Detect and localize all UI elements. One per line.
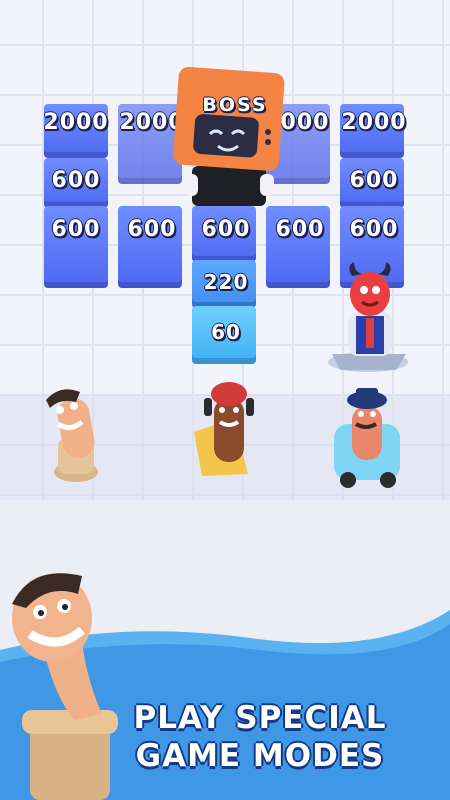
tile-value: 600: [51, 168, 101, 193]
boss-character[interactable]: [170, 66, 290, 216]
tile-value: 600: [201, 217, 251, 242]
tile-value: 600: [349, 168, 399, 193]
tile-value: 600: [51, 217, 101, 242]
game-screen: 2000 2000 000 2000 600 600 600 600 600 6…: [0, 0, 450, 800]
toilet-character-middle[interactable]: [188, 378, 268, 493]
boss-label: BOSS: [202, 94, 268, 116]
tile-value: 2000: [341, 110, 407, 135]
promo-line-1: PLAY SPECIAL: [133, 700, 387, 736]
tile-value: 2000: [43, 110, 109, 135]
tile-value: 60: [211, 320, 241, 344]
tile-value: 600: [127, 217, 177, 242]
promo-line-2: GAME MODES: [135, 738, 385, 774]
tile-value: 220: [203, 270, 249, 294]
tile-value: 600: [349, 217, 399, 242]
police-character[interactable]: [328, 384, 408, 494]
tile-value: 600: [275, 217, 325, 242]
toilet-character-left[interactable]: [32, 378, 112, 493]
devil-character[interactable]: [326, 262, 416, 392]
